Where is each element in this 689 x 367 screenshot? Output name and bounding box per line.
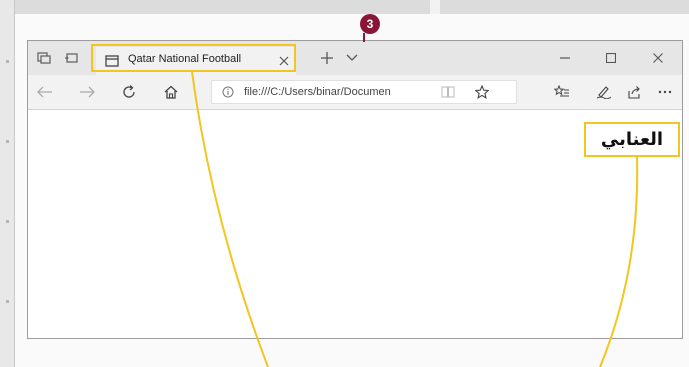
star-icon[interactable] [474,84,490,100]
refresh-icon[interactable] [120,84,138,100]
page-heading: العنابي [600,129,664,150]
tab-qatar-national-football[interactable]: Qatar National Football [96,47,296,75]
page-icon [104,53,120,69]
tab-title: Qatar National Football [128,53,242,65]
share-icon[interactable] [625,84,643,100]
title-bar: Qatar National Football [28,41,682,75]
chevron-down-icon[interactable] [344,50,360,66]
pen-icon[interactable] [595,84,613,100]
plus-icon[interactable] [319,50,335,66]
home-icon[interactable] [162,84,180,100]
close-window-icon[interactable] [650,50,666,66]
close-icon[interactable] [276,53,292,69]
frame-mark [6,60,9,63]
top-strip [0,0,689,14]
step-badge: 3 [360,14,380,34]
more-icon[interactable] [656,84,674,100]
tab-preview-icon[interactable] [64,50,80,66]
favorites-list-icon[interactable] [553,84,571,100]
left-frame [0,0,15,367]
page-heading-highlight: العنابي [584,122,680,157]
maximize-icon[interactable] [603,50,619,66]
frame-mark [6,300,9,303]
back-arrow-icon[interactable] [36,84,54,100]
frame-mark [6,140,9,143]
strip-gap [430,0,440,14]
info-icon[interactable] [221,85,235,99]
url-text: file:///C:/Users/binar/Documen [244,86,391,98]
forward-arrow-icon[interactable] [78,84,96,100]
tabs-aside-icon[interactable] [36,50,52,66]
address-bar[interactable]: file:///C:/Users/binar/Documen [211,80,517,104]
reading-view-icon[interactable] [440,85,456,99]
frame-mark [6,220,9,223]
browser-window: Qatar National Football file:///C:/Users… [27,40,683,339]
navigation-toolbar: file:///C:/Users/binar/Documen [28,75,682,110]
minimize-icon[interactable] [557,50,573,66]
